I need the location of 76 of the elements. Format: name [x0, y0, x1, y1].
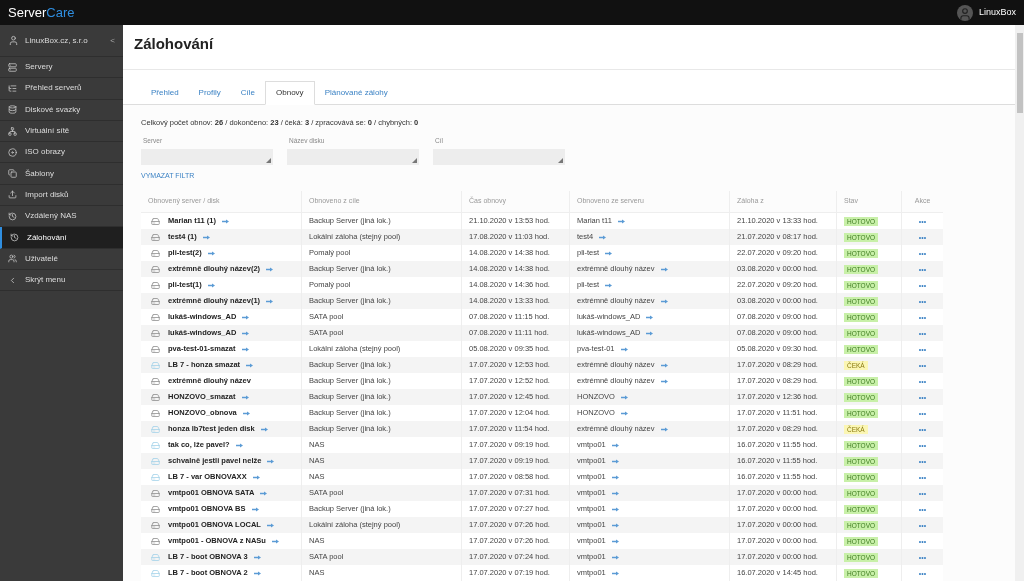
link-arrow-icon[interactable]: [221, 218, 229, 224]
link-arrow-icon[interactable]: [267, 458, 275, 464]
link-arrow-icon[interactable]: [611, 442, 619, 448]
copy-icon: [8, 169, 17, 179]
page-title: Zálohování: [134, 34, 215, 54]
link-arrow-icon[interactable]: [605, 250, 613, 256]
user-avatar[interactable]: [956, 4, 973, 21]
filter-field[interactable]: [141, 148, 273, 165]
link-arrow-icon[interactable]: [660, 298, 668, 304]
link-arrow-icon[interactable]: [253, 570, 261, 576]
link-arrow-icon[interactable]: [611, 538, 619, 544]
collapse-arrow[interactable]: <: [110, 34, 115, 47]
chevron-left-icon: [8, 275, 17, 285]
link-arrow-icon[interactable]: [611, 522, 619, 528]
link-arrow-icon[interactable]: [605, 282, 613, 288]
link-arrow-icon[interactable]: [260, 490, 268, 496]
filter-field[interactable]: [433, 148, 565, 165]
link-arrow-icon[interactable]: [611, 490, 619, 496]
link-arrow-icon[interactable]: [242, 410, 250, 416]
link-arrow-icon[interactable]: [599, 234, 607, 240]
tab[interactable]: Přehled: [141, 80, 189, 105]
resize-handle-icon: [558, 157, 563, 163]
history-icon: [10, 233, 19, 242]
link-arrow-icon[interactable]: [260, 426, 268, 432]
link-arrow-icon[interactable]: [646, 330, 654, 336]
filter-field[interactable]: [287, 148, 419, 165]
link-arrow-icon[interactable]: [235, 442, 243, 448]
user-name[interactable]: LinuxBox: [978, 5, 1016, 20]
company-icon: [8, 35, 19, 46]
history-icon: [8, 211, 17, 221]
link-arrow-icon[interactable]: [207, 250, 215, 256]
link-arrow-icon[interactable]: [646, 314, 654, 320]
database-icon: [8, 105, 17, 115]
upload-icon: [8, 190, 17, 200]
disc-icon: [8, 147, 17, 157]
link-arrow-icon[interactable]: [611, 570, 619, 576]
link-arrow-icon[interactable]: [242, 314, 250, 320]
app-logo[interactable]: ServerCare: [8, 2, 75, 23]
link-arrow-icon[interactable]: [620, 394, 628, 400]
link-arrow-icon[interactable]: [611, 554, 619, 560]
tab[interactable]: Obnovy: [265, 80, 315, 105]
link-arrow-icon[interactable]: [241, 346, 249, 352]
link-arrow-icon[interactable]: [251, 506, 259, 512]
link-arrow-icon[interactable]: [660, 266, 668, 272]
link-arrow-icon[interactable]: [660, 362, 668, 368]
link-arrow-icon[interactable]: [660, 426, 668, 432]
link-arrow-icon[interactable]: [266, 522, 274, 528]
link-arrow-icon[interactable]: [253, 554, 261, 560]
company-name[interactable]: LinuxBox.cz, s.r.o: [25, 34, 88, 47]
link-arrow-icon[interactable]: [252, 474, 260, 480]
tab[interactable]: Plánované zálohy: [314, 80, 398, 105]
resize-handle-icon: [266, 157, 271, 163]
link-arrow-icon[interactable]: [207, 282, 215, 288]
link-arrow-icon[interactable]: [266, 266, 274, 272]
link-arrow-icon[interactable]: [617, 218, 625, 224]
resize-handle-icon: [412, 157, 417, 163]
users-icon: [8, 254, 17, 264]
link-arrow-icon[interactable]: [611, 474, 619, 480]
link-arrow-icon[interactable]: [620, 346, 628, 352]
link-arrow-icon[interactable]: [271, 538, 279, 544]
link-arrow-icon[interactable]: [611, 458, 619, 464]
scrollbar[interactable]: [1015, 25, 1024, 581]
server-icon: [8, 62, 17, 72]
sidebar-item[interactable]: Zálohování: [0, 227, 123, 249]
link-arrow-icon[interactable]: [660, 378, 668, 384]
link-arrow-icon[interactable]: [241, 394, 249, 400]
link-arrow-icon[interactable]: [202, 234, 210, 240]
tab[interactable]: Profily: [188, 80, 231, 105]
link-arrow-icon[interactable]: [246, 362, 254, 368]
list-icon: [8, 83, 17, 93]
link-arrow-icon[interactable]: [620, 410, 628, 416]
link-arrow-icon[interactable]: [266, 298, 274, 304]
link-arrow-icon[interactable]: [242, 330, 250, 336]
link-arrow-icon[interactable]: [611, 506, 619, 512]
tab[interactable]: Cíle: [230, 80, 266, 105]
network-icon: [8, 126, 17, 136]
